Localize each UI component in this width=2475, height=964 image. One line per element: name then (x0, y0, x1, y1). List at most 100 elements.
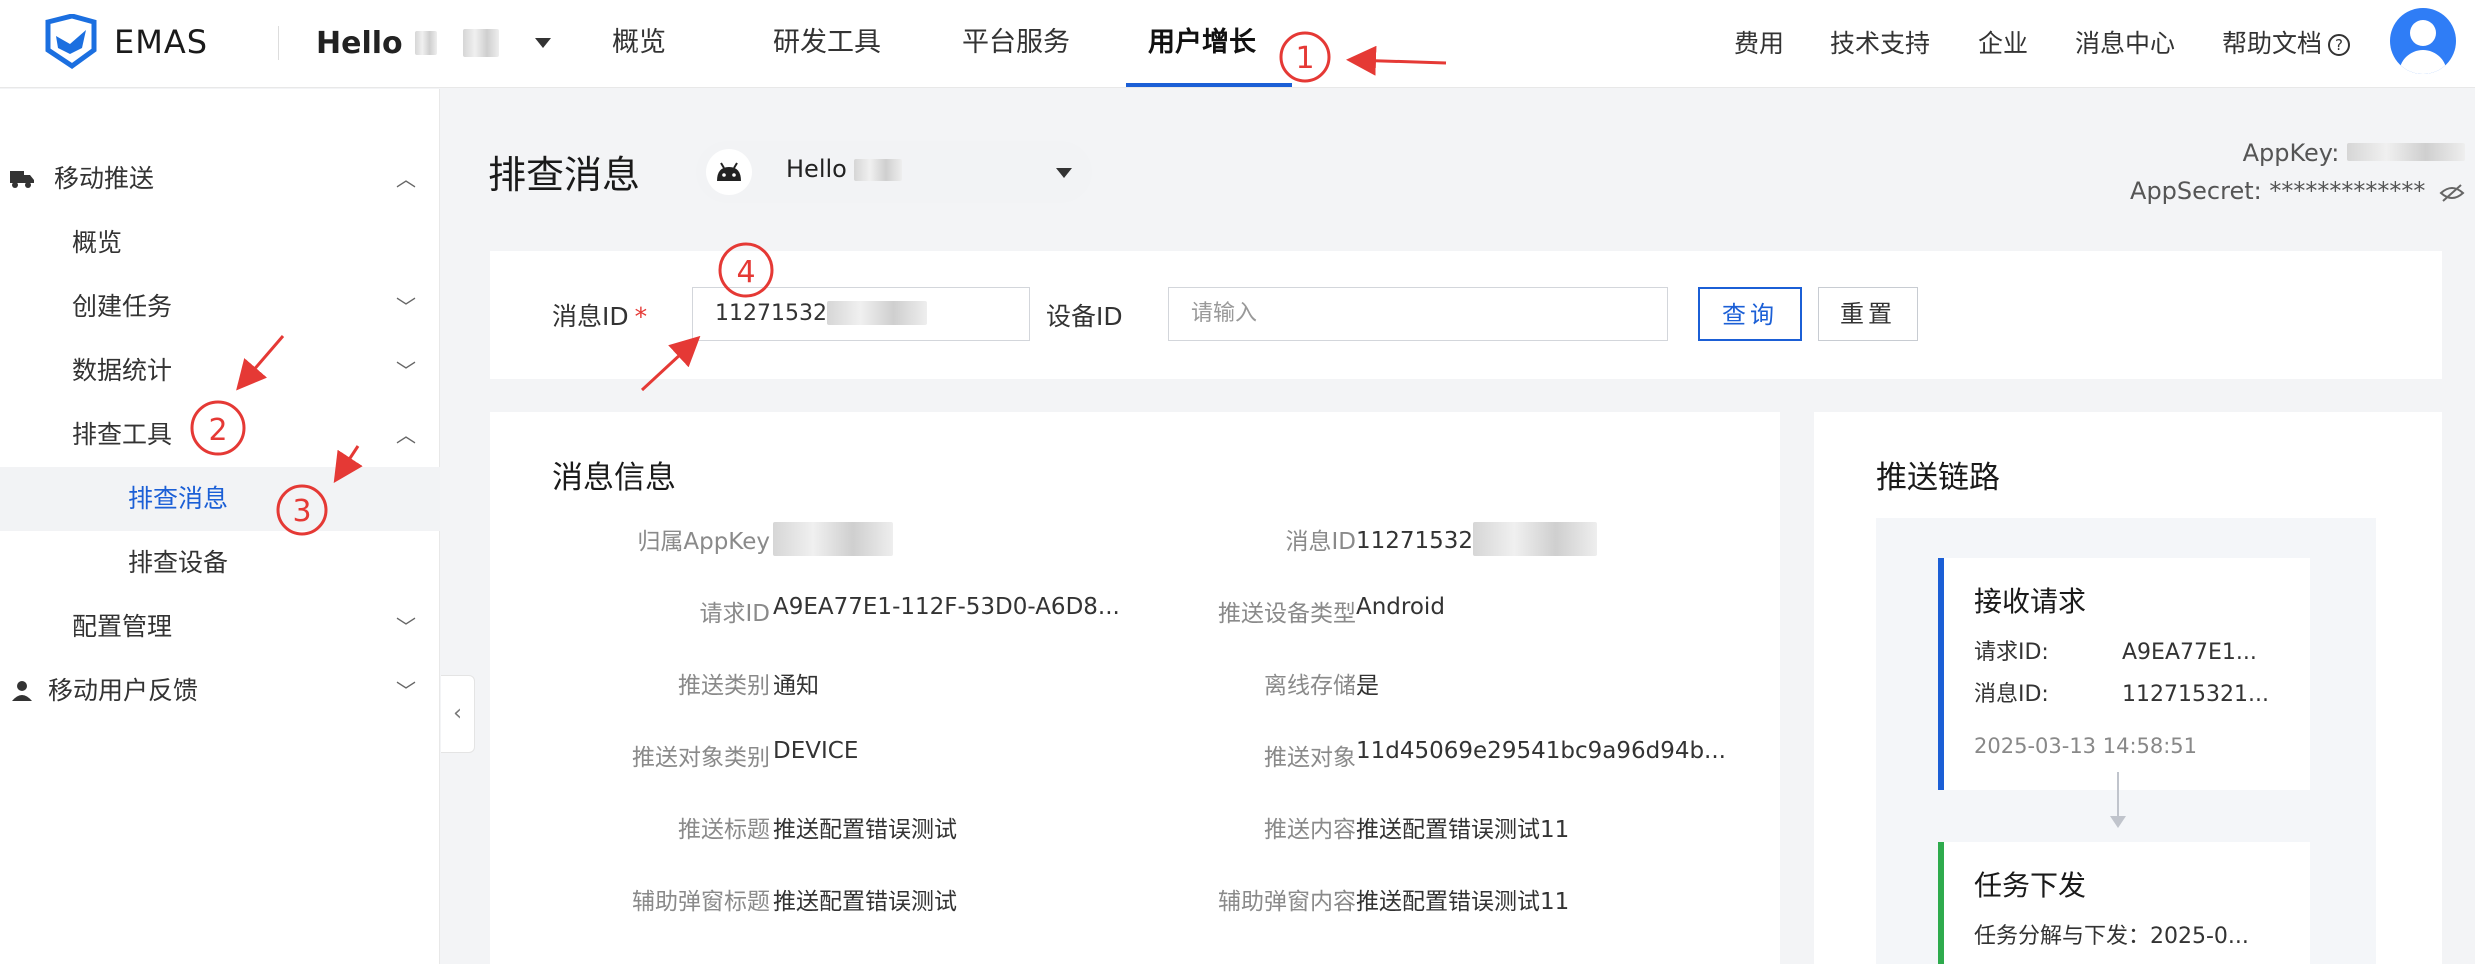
chain-node-detail: 任务分解与下发：2025-0... (1974, 924, 2249, 949)
message-id-input-value: 11271532 (715, 301, 827, 326)
sidebar-item-troubleshoot-message[interactable]: 排查消息 (0, 467, 440, 531)
sidebar-item-label: 排查工具 (72, 420, 173, 449)
top-navigation-bar: EMAS Hello 概览 研发工具 平台服务 用户增长 费用 技术支持 企业 … (0, 0, 2475, 88)
redacted-text (462, 29, 499, 57)
android-icon (706, 149, 752, 195)
field-label: 离线存储 (1264, 673, 1356, 699)
message-id-value: 112715321... (2122, 682, 2269, 707)
nav-help-docs[interactable]: 帮助文档? (2222, 24, 2351, 64)
chevron-down-icon (534, 38, 551, 48)
field-value: 11d45069e29541bc9a96d94b... (1356, 738, 1726, 764)
active-nav-underline (1126, 83, 1292, 87)
query-button[interactable]: 查询 (1698, 287, 1802, 341)
sidebar-section-user-feedback[interactable]: 移动用户反馈 ﹀ (0, 659, 440, 723)
field-value: 推送配置错误测试 (773, 889, 957, 915)
redacted-text (2347, 143, 2465, 161)
avatar-body (2399, 50, 2447, 74)
message-info-title: 消息信息 (552, 460, 676, 496)
chevron-down-icon (1056, 168, 1072, 178)
chevron-down-icon: ﹀ (396, 359, 416, 383)
message-id-input[interactable]: 11271532 (692, 287, 1030, 341)
message-id-label: 消息ID * (552, 297, 647, 333)
help-docs-label: 帮助文档 (2222, 29, 2323, 58)
app-select[interactable]: Hello (696, 141, 1092, 203)
chevron-down-icon: ﹀ (396, 295, 416, 319)
chain-node-request-id: 请求ID: A9EA77E1... (1974, 634, 2257, 666)
message-id-label-text: 消息ID (552, 302, 629, 331)
nav-user-growth[interactable]: 用户增长 (1148, 20, 1256, 66)
appsecret-row: AppSecret: ************* (2130, 172, 2465, 210)
sidebar-item-label: 排查消息 (128, 484, 229, 513)
chain-node-title: 接收请求 (1974, 585, 2087, 618)
chevron-down-icon: ﹀ (396, 679, 416, 703)
field-value: DEVICE (773, 738, 859, 764)
nav-billing[interactable]: 费用 (1734, 24, 1784, 64)
chain-node-time: 2025-03-13 14:58:51 (1974, 734, 2198, 758)
sidebar-item-label: 排查设备 (128, 548, 229, 577)
page-title: 排查消息 (488, 153, 641, 197)
nav-message-center[interactable]: 消息中心 (2075, 24, 2175, 64)
field-label: 推送类别 (678, 673, 770, 699)
sidebar-section-label: 移动用户反馈 (48, 676, 199, 705)
chevron-up-icon: ︿ (396, 167, 416, 191)
eye-off-icon[interactable] (2439, 183, 2465, 203)
emas-logo[interactable]: EMAS (42, 14, 208, 70)
push-truck-icon (10, 171, 34, 188)
sidebar-item-config[interactable]: 配置管理 ﹀ (0, 595, 440, 659)
push-chain-card: 推送链路 接收请求 请求ID: A9EA77E1... 消息ID: 11271532… (1814, 412, 2442, 964)
field-value: 11271532 (1356, 522, 1598, 556)
field-value: 是 (1356, 673, 1379, 699)
sidebar-item-overview[interactable]: 概览 (0, 211, 440, 275)
message-id-label: 消息ID: (1974, 682, 2049, 707)
nav-tech-support[interactable]: 技术支持 (1830, 24, 1930, 64)
chain-node-message-id: 消息ID: 112715321... (1974, 676, 2269, 708)
request-id-label: 请求ID: (1974, 640, 2049, 665)
chain-node-dispatch: 任务下发 任务分解与下发：2025-0... (1938, 842, 2310, 964)
sidebar-item-statistics[interactable]: 数据统计 ﹀ (0, 339, 440, 403)
emas-logo-icon (45, 14, 97, 70)
sidebar-item-label: 配置管理 (72, 612, 173, 641)
sidebar-collapse-toggle[interactable]: ‹ (441, 675, 475, 753)
field-value-text: 11271532 (1356, 528, 1474, 554)
nav-overview[interactable]: 概览 (612, 20, 666, 66)
push-chain-title: 推送链路 (1876, 460, 2000, 496)
arrow-down-icon (2110, 816, 2126, 828)
field-label: 推送对象 (1264, 745, 1356, 771)
message-info-card: 消息信息 归属AppKey 请求ID A9EA77E1-112F-53D0-A6… (490, 412, 1780, 964)
field-value: 推送配置错误测试11 (1356, 817, 1570, 843)
app-keys: AppKey: AppSecret: ************* (2130, 134, 2465, 210)
redacted-text (773, 522, 893, 556)
field-label: 辅助弹窗内容 (1218, 889, 1356, 915)
nav-divider (278, 26, 279, 60)
device-id-label: 设备ID (1046, 302, 1123, 331)
chevron-up-icon: ︿ (396, 423, 416, 447)
nav-platform-services[interactable]: 平台服务 (962, 20, 1070, 66)
push-chain-timeline: 接收请求 请求ID: A9EA77E1... 消息ID: 112715321... … (1876, 518, 2376, 964)
appkey-row: AppKey: (2130, 134, 2465, 172)
request-id-value: A9EA77E1... (2122, 640, 2257, 665)
avatar[interactable] (2390, 8, 2456, 74)
field-value: Android (1356, 594, 1445, 620)
android-glyph (717, 162, 741, 181)
nav-dev-tools[interactable]: 研发工具 (773, 20, 881, 66)
redacted-text (854, 159, 903, 181)
nav-enterprise[interactable]: 企业 (1978, 24, 2028, 64)
chain-node-title: 任务下发 (1974, 869, 2087, 902)
sidebar-section-mobile-push[interactable]: 移动推送 ︿ (0, 147, 440, 211)
field-value: 推送配置错误测试11 (1356, 889, 1570, 915)
sidebar-section-label: 移动推送 (54, 164, 155, 193)
sidebar-item-create-task[interactable]: 创建任务 ﹀ (0, 275, 440, 339)
sidebar-item-troubleshoot-device[interactable]: 排查设备 (0, 531, 440, 595)
sidebar-item-troubleshoot-tools[interactable]: 排查工具 ︿ (0, 403, 440, 467)
appsecret-label: AppSecret: (2130, 177, 2262, 205)
field-label: 推送标题 (678, 817, 770, 843)
app-switcher[interactable]: Hello (316, 20, 551, 66)
field-label: 辅助弹窗标题 (632, 889, 770, 915)
device-id-input[interactable]: 请输入 (1168, 287, 1668, 341)
avatar-head (2410, 20, 2436, 46)
field-label: 请求ID (699, 601, 771, 627)
reset-button[interactable]: 重置 (1818, 287, 1918, 341)
field-value (773, 522, 893, 556)
field-value: 推送配置错误测试 (773, 817, 957, 843)
field-label: 消息ID (1285, 529, 1357, 555)
